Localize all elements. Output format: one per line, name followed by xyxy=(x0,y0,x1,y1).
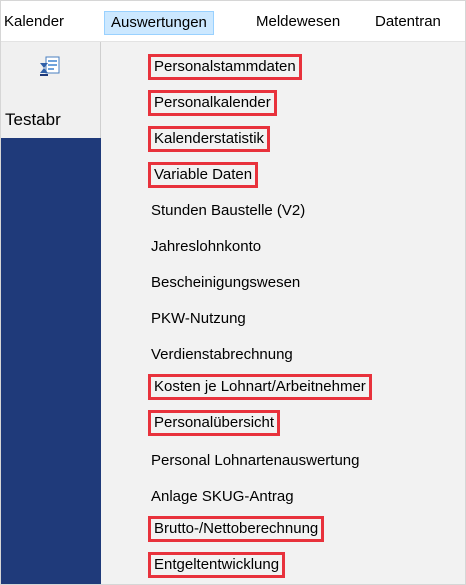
menu-kalender[interactable]: Kalender xyxy=(4,11,64,35)
menu-item-personalstammdaten[interactable]: Personalstammdaten xyxy=(148,54,302,80)
menu-item-personaluebersicht[interactable]: Personalübersicht xyxy=(148,410,281,436)
application-window: Kalender Auswertungen Meldewesen Datentr… xyxy=(0,0,466,585)
menu-item-pkw-nutzung[interactable]: PKW-Nutzung xyxy=(148,306,249,332)
menu-bar: Kalender Auswertungen Meldewesen Datentr… xyxy=(1,1,465,42)
sidebar-navy-panel xyxy=(1,138,101,584)
ribbon-panel: Testabr xyxy=(1,42,101,138)
menu-item-personalkalender[interactable]: Personalkalender xyxy=(148,90,277,116)
menu-item-kalenderstatistik[interactable]: Kalenderstatistik xyxy=(148,126,271,152)
menu-meldewesen[interactable]: Meldewesen xyxy=(256,11,340,35)
menu-datentransfer[interactable]: Datentran xyxy=(375,11,441,35)
menu-item-bescheinigungswesen[interactable]: Bescheinigungswesen xyxy=(148,270,303,296)
menu-item-variable-daten[interactable]: Variable Daten xyxy=(148,162,259,188)
auswertungen-dropdown-menu: Personalstammdaten Personalkalender Kale… xyxy=(101,42,465,584)
menu-item-entgeltentwicklung[interactable]: Entgeltentwicklung xyxy=(148,552,286,578)
menu-item-stunden-baustelle[interactable]: Stunden Baustelle (V2) xyxy=(148,198,308,224)
ribbon-button-label[interactable]: Testabr xyxy=(5,110,61,130)
menu-item-verdienstabrechnung[interactable]: Verdienstabrechnung xyxy=(148,342,296,368)
menu-item-kosten-je-lohnart[interactable]: Kosten je Lohnart/Arbeitnehmer xyxy=(148,374,372,400)
menu-item-anlage-skug-antrag[interactable]: Anlage SKUG-Antrag xyxy=(148,484,297,510)
payroll-document-hourglass-icon[interactable] xyxy=(39,56,60,76)
menu-item-personal-lohnartenauswertung[interactable]: Personal Lohnartenauswertung xyxy=(148,448,362,474)
menu-item-jahreslohnkonto[interactable]: Jahreslohnkonto xyxy=(148,234,264,260)
menu-item-brutto-netto[interactable]: Brutto-/Nettoberechnung xyxy=(148,516,325,542)
menu-auswertungen[interactable]: Auswertungen xyxy=(104,11,214,35)
